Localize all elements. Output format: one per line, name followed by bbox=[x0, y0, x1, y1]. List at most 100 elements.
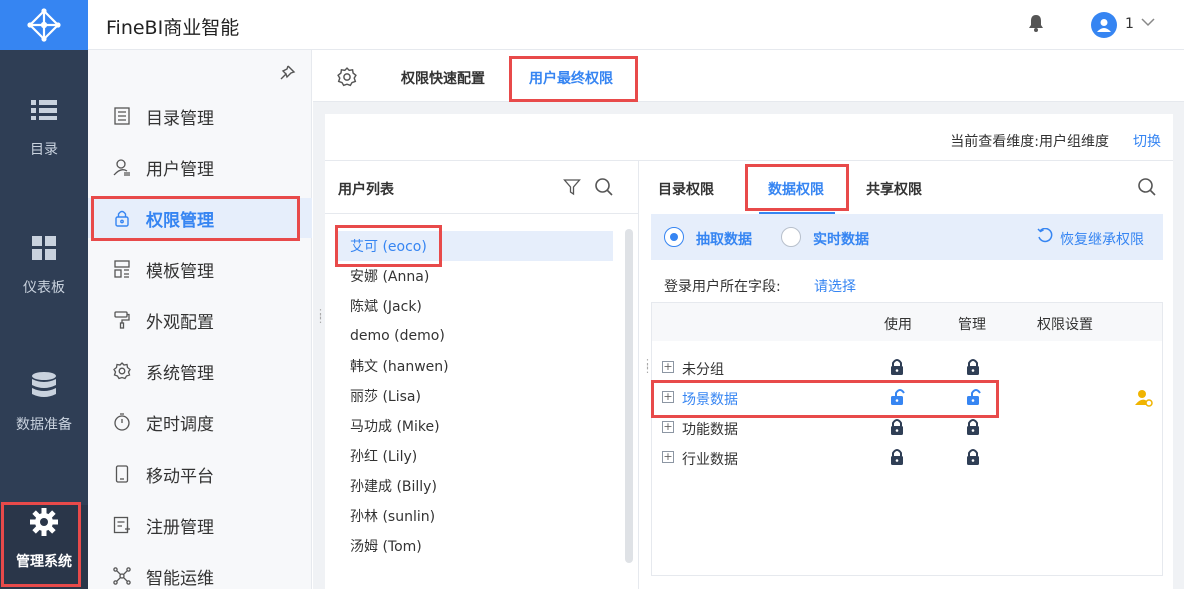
login-field-label: 登录用户所在字段: bbox=[664, 279, 781, 295]
radio-realtime[interactable] bbox=[781, 227, 801, 247]
paint-roller-icon bbox=[114, 311, 130, 329]
row-label: 功能数据 bbox=[682, 422, 738, 438]
menu-item-registration[interactable]: 注册管理 bbox=[88, 505, 312, 545]
switch-dimension-link[interactable]: 切换 bbox=[1133, 131, 1161, 151]
data-mode-bar: 抽取数据 实时数据 恢复继承权限 bbox=[651, 214, 1163, 260]
rail-item-dashboard[interactable]: 仪表板 bbox=[0, 233, 88, 297]
annotation-box bbox=[509, 56, 638, 102]
lock-closed-icon[interactable] bbox=[966, 448, 980, 466]
register-icon bbox=[113, 516, 130, 534]
radio-realtime-label[interactable]: 实时数据 bbox=[813, 229, 869, 249]
menu-item-label: 注册管理 bbox=[146, 517, 214, 538]
lock-closed-icon[interactable] bbox=[966, 418, 980, 436]
current-dimension: 当前查看维度:用户组维度 bbox=[950, 134, 1109, 150]
login-field-select[interactable]: 请选择 bbox=[814, 276, 856, 296]
menu-item-catalog[interactable]: 目录管理 bbox=[88, 96, 312, 136]
menu-item-label: 系统管理 bbox=[146, 363, 214, 384]
menu-item-system[interactable]: 系统管理 bbox=[88, 351, 312, 391]
rail-item-data-prep[interactable]: 数据准备 bbox=[0, 370, 88, 434]
table-header: 使用 管理 权限设置 bbox=[652, 303, 1162, 341]
timer-icon bbox=[114, 413, 130, 431]
user-list-item[interactable]: 丽莎 (Lisa) bbox=[337, 381, 613, 411]
restore-inherit-button[interactable]: 恢复继承权限 bbox=[1060, 229, 1144, 249]
user-list-title: 用户列表 bbox=[338, 182, 394, 198]
menu-item-label: 移动平台 bbox=[146, 466, 214, 487]
pin-icon[interactable] bbox=[278, 64, 296, 82]
tab-catalog-permission[interactable]: 目录权限 bbox=[658, 179, 714, 199]
app-logo[interactable] bbox=[0, 0, 88, 50]
user-list-item[interactable]: 孙建成 (Billy) bbox=[337, 471, 613, 501]
mobile-icon bbox=[115, 465, 129, 483]
app-title: FineBI商业智能 bbox=[106, 17, 240, 39]
menu-item-label: 目录管理 bbox=[146, 108, 214, 129]
tab-quick-config[interactable]: 权限快速配置 bbox=[401, 68, 485, 88]
catalog-icon bbox=[114, 107, 130, 125]
menu-item-appearance[interactable]: 外观配置 bbox=[88, 300, 312, 340]
lock-closed-icon[interactable] bbox=[890, 448, 904, 466]
menu-item-users[interactable]: 用户管理 bbox=[88, 147, 312, 187]
expand-icon[interactable]: + bbox=[662, 421, 674, 433]
table-row[interactable]: + 未分组 bbox=[652, 353, 1162, 383]
list-icon bbox=[31, 100, 57, 120]
user-list-item[interactable]: demo (demo) bbox=[337, 321, 613, 351]
column-header-manage: 管理 bbox=[958, 317, 986, 333]
expand-icon[interactable]: + bbox=[662, 361, 674, 373]
resize-handle[interactable]: ⋮ ⋮ bbox=[315, 308, 326, 324]
logo-icon bbox=[27, 8, 61, 42]
menu-item-scheduler[interactable]: 定时调度 bbox=[88, 402, 312, 442]
menu-item-label: 智能运维 bbox=[146, 568, 214, 589]
menu-item-label: 定时调度 bbox=[146, 414, 214, 435]
lock-closed-icon[interactable] bbox=[890, 418, 904, 436]
user-list-item[interactable]: 孙林 (sunlin) bbox=[337, 501, 613, 531]
restore-icon[interactable] bbox=[1037, 228, 1053, 244]
menu-item-label: 用户管理 bbox=[146, 159, 214, 180]
user-list-item[interactable]: 孙红 (Lily) bbox=[337, 441, 613, 471]
row-label: 未分组 bbox=[682, 362, 724, 378]
annotation-box bbox=[1, 502, 81, 587]
permission-detail: 目录权限 数据权限 共享权限 抽取数据 实时数据 恢复继承权限 登录用户所在字段… bbox=[639, 160, 1173, 589]
filter-icon[interactable] bbox=[563, 178, 581, 196]
user-name[interactable]: 1 bbox=[1125, 16, 1134, 32]
annotation-box bbox=[335, 225, 442, 267]
rail-item-label: 仪表板 bbox=[23, 280, 65, 296]
radio-extract[interactable] bbox=[664, 227, 684, 247]
menu-item-ops[interactable]: 智能运维 bbox=[88, 556, 312, 589]
search-icon[interactable] bbox=[1137, 177, 1157, 197]
avatar[interactable] bbox=[1091, 12, 1117, 38]
chevron-down-icon[interactable] bbox=[1140, 14, 1156, 30]
menu-item-templates[interactable]: 模板管理 bbox=[88, 249, 312, 289]
admin-menu: 目录管理 用户管理 权限管理 模板管理 外观配置 系统管理 定时调度 移动平台 … bbox=[88, 50, 312, 589]
annotation-box bbox=[745, 164, 849, 211]
row-label: 行业数据 bbox=[682, 452, 738, 468]
network-icon bbox=[113, 567, 131, 585]
menu-item-label: 外观配置 bbox=[146, 312, 214, 333]
tab-share-permission[interactable]: 共享权限 bbox=[866, 179, 922, 199]
settings-icon[interactable] bbox=[337, 67, 357, 87]
permission-table: 使用 管理 权限设置 ⋮ ⋮ + 未分组 + 场景数据 + 功能数据 + 行业数… bbox=[642, 302, 1163, 576]
search-icon[interactable] bbox=[594, 177, 614, 197]
menu-item-label: 模板管理 bbox=[146, 261, 214, 282]
user-list-item[interactable]: 陈斌 (Jack) bbox=[337, 291, 613, 321]
database-icon bbox=[32, 372, 56, 397]
rail-item-label: 数据准备 bbox=[16, 417, 72, 433]
user-settings-icon[interactable] bbox=[1134, 388, 1154, 408]
column-header-settings: 权限设置 bbox=[1037, 317, 1093, 333]
permission-tabbar: 权限快速配置 用户最终权限 bbox=[313, 50, 1184, 102]
radio-extract-label[interactable]: 抽取数据 bbox=[696, 229, 752, 249]
user-list-item[interactable]: 韩文 (hanwen) bbox=[337, 351, 613, 381]
rail-item-catalog[interactable]: 目录 bbox=[0, 95, 88, 159]
main-content: 权限快速配置 用户最终权限 当前查看维度:用户组维度 切换 用户列表 ⋮ ⋮ 艾可… bbox=[313, 50, 1184, 589]
table-row[interactable]: + 行业数据 bbox=[652, 443, 1162, 473]
template-icon bbox=[114, 260, 130, 278]
lock-closed-icon[interactable] bbox=[890, 358, 904, 376]
settings-icon bbox=[113, 362, 131, 380]
user-list-scrollbar[interactable] bbox=[625, 229, 633, 563]
user-list-item[interactable]: 马功成 (Mike) bbox=[337, 411, 613, 441]
bell-icon[interactable] bbox=[1028, 14, 1044, 32]
lock-closed-icon[interactable] bbox=[966, 358, 980, 376]
user-list-item[interactable]: 汤姆 (Tom) bbox=[337, 531, 613, 561]
expand-icon[interactable]: + bbox=[662, 451, 674, 463]
menu-item-mobile[interactable]: 移动平台 bbox=[88, 454, 312, 494]
divider bbox=[325, 213, 639, 214]
user-avatar-icon bbox=[1097, 19, 1111, 32]
